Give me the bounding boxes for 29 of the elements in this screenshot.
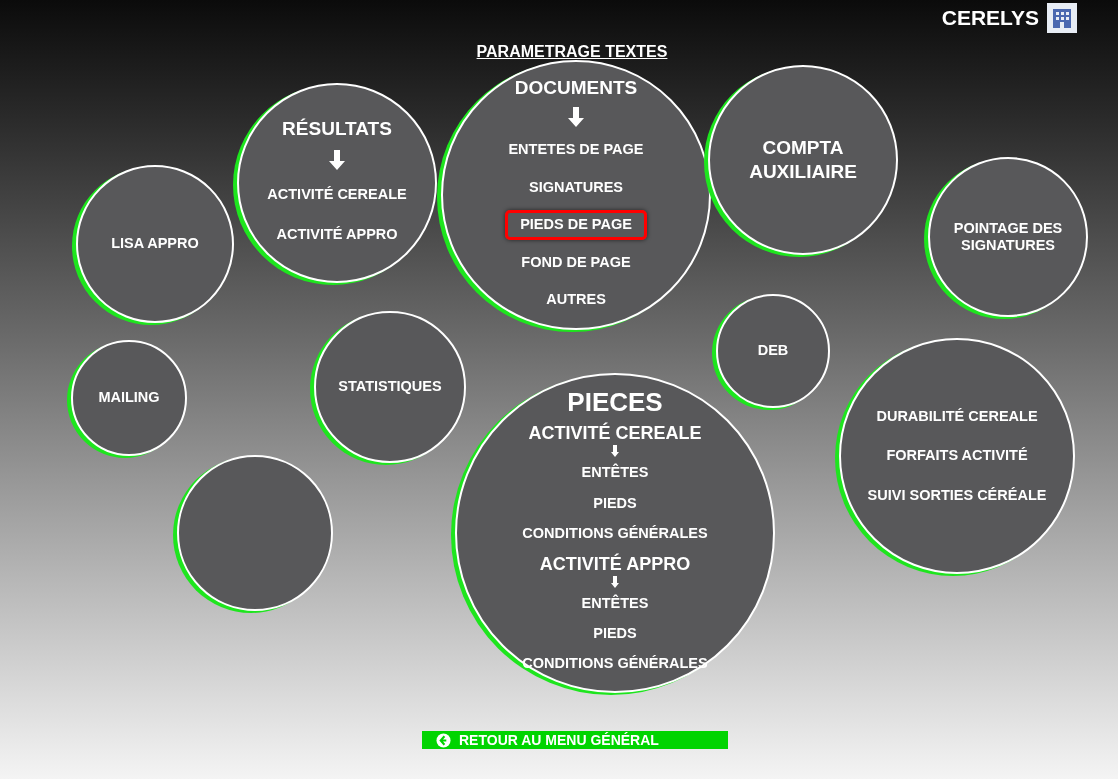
menu-link[interactable]: ENTÊTES xyxy=(566,458,664,488)
bubble-title: ACTIVITÉ CEREALE xyxy=(528,423,702,445)
bubble-title: RÉSULTATS xyxy=(281,116,393,141)
page-title: PARAMETRAGE TEXTES xyxy=(476,43,668,61)
bubble-title: DOCUMENTS xyxy=(513,75,639,100)
menu-link[interactable]: SIGNATURES xyxy=(514,172,638,203)
menu-link[interactable]: ACTIVITÉ CEREALE xyxy=(252,180,422,210)
brand-name: CERELYS xyxy=(941,6,1039,30)
menu-link[interactable]: CONDITIONS GÉNÉRALES xyxy=(507,649,723,679)
menu-link[interactable]: PIEDS xyxy=(578,618,652,649)
menu-link[interactable]: PIEDS xyxy=(578,488,652,519)
menu-link[interactable]: DURABILITÉ CEREALE xyxy=(861,401,1053,432)
menu-link[interactable]: CONDITIONS GÉNÉRALES xyxy=(507,519,723,549)
bubble-title: ACTIVITÉ APPRO xyxy=(539,553,691,575)
menu-link[interactable]: PIEDS DE PAGE xyxy=(505,210,647,240)
menu-link[interactable]: ENTETES DE PAGE xyxy=(493,135,659,165)
menu-link[interactable]: POINTAGE DES SIGNATURES xyxy=(936,213,1080,261)
menu-link[interactable]: FORFAITS ACTIVITÉ xyxy=(871,441,1043,471)
menu-link[interactable]: STATISTIQUES xyxy=(323,372,457,402)
bubble-title: COMPTA AUXILIAIRE xyxy=(748,136,858,184)
menu-link[interactable]: FOND DE PAGE xyxy=(506,247,646,277)
menu-link[interactable]: DEB xyxy=(742,336,804,366)
menu-link[interactable]: ACTIVITÉ APPRO xyxy=(261,219,413,250)
menu-link[interactable]: ENTÊTES xyxy=(566,588,664,618)
menu-link[interactable]: MAILING xyxy=(83,383,175,413)
menu-link[interactable]: AUTRES xyxy=(531,284,621,315)
menu-link[interactable]: LISA APPRO xyxy=(96,229,214,259)
menu-link[interactable]: SUIVI SORTIES CÉRÉALE xyxy=(852,480,1062,511)
bubble-title: PIECES xyxy=(567,387,663,419)
